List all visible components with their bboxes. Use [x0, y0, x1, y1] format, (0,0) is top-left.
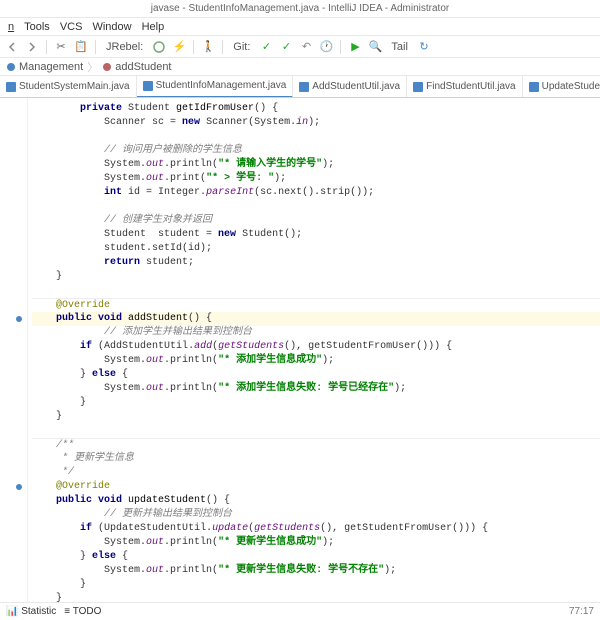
tab-studentsystemmain[interactable]: StudentSystemMain.java: [0, 76, 137, 98]
menu-help[interactable]: Help: [138, 21, 169, 33]
editor: private Student getIdFromUser() { Scanne…: [0, 98, 600, 602]
walk-icon[interactable]: 🚶: [200, 39, 216, 55]
menu-n[interactable]: n: [4, 21, 18, 33]
menu-window[interactable]: Window: [88, 21, 135, 33]
statistic-tool[interactable]: 📊 Statistic: [6, 606, 56, 617]
breadcrumb-item-class[interactable]: Management: [6, 61, 83, 73]
search-icon[interactable]: 🔍: [367, 39, 383, 55]
refresh-icon[interactable]: ↻: [416, 39, 432, 55]
back-icon[interactable]: [4, 39, 20, 55]
breadcrumb: Management 〉 addStudent: [0, 58, 600, 76]
status-bar: 📊 Statistic ≡ TODO 77:17: [0, 602, 600, 620]
tail-label: Tail: [387, 41, 412, 53]
menu-bar: n Tools VCS Window Help: [0, 18, 600, 36]
breadcrumb-item-method[interactable]: addStudent: [102, 61, 171, 73]
git-label: Git:: [229, 41, 254, 53]
gutter: [0, 98, 28, 602]
editor-tabs: StudentSystemMain.java StudentInfoManage…: [0, 76, 600, 98]
override-icon[interactable]: [15, 315, 23, 323]
jrebel-label: JRebel:: [102, 41, 147, 53]
tab-addstudentutil[interactable]: AddStudentUtil.java: [293, 76, 407, 98]
override-icon[interactable]: [15, 483, 23, 491]
jrebel-icon[interactable]: [151, 39, 167, 55]
main-toolbar: ✂ 📋 JRebel: ⚡ 🚶 Git: ✓ ✓ ↶ 🕐 ▶ 🔍 Tail ↻: [0, 36, 600, 58]
tab-studentinfomanagement[interactable]: StudentInfoManagement.java: [137, 76, 294, 98]
git-commit-icon[interactable]: ✓: [278, 39, 294, 55]
menu-vcs[interactable]: VCS: [56, 21, 87, 33]
git-revert-icon[interactable]: ↶: [298, 39, 314, 55]
bolt-icon[interactable]: ⚡: [171, 39, 187, 55]
git-history-icon[interactable]: 🕐: [318, 39, 334, 55]
run-icon[interactable]: ▶: [347, 39, 363, 55]
forward-icon[interactable]: [24, 39, 40, 55]
window-titlebar: javase - StudentInfoManagement.java - In…: [0, 0, 600, 18]
code-area[interactable]: private Student getIdFromUser() { Scanne…: [28, 98, 600, 602]
cut-icon[interactable]: ✂: [53, 39, 69, 55]
todo-tool[interactable]: ≡ TODO: [64, 606, 101, 617]
git-check-icon[interactable]: ✓: [258, 39, 274, 55]
menu-tools[interactable]: Tools: [20, 21, 54, 33]
paste-icon[interactable]: 📋: [73, 39, 89, 55]
cursor-position: 77:17: [569, 606, 594, 617]
tab-findstudentutil[interactable]: FindStudentUtil.java: [407, 76, 523, 98]
tab-updatestudentutil[interactable]: UpdateStudentUtil.java: [523, 76, 600, 98]
